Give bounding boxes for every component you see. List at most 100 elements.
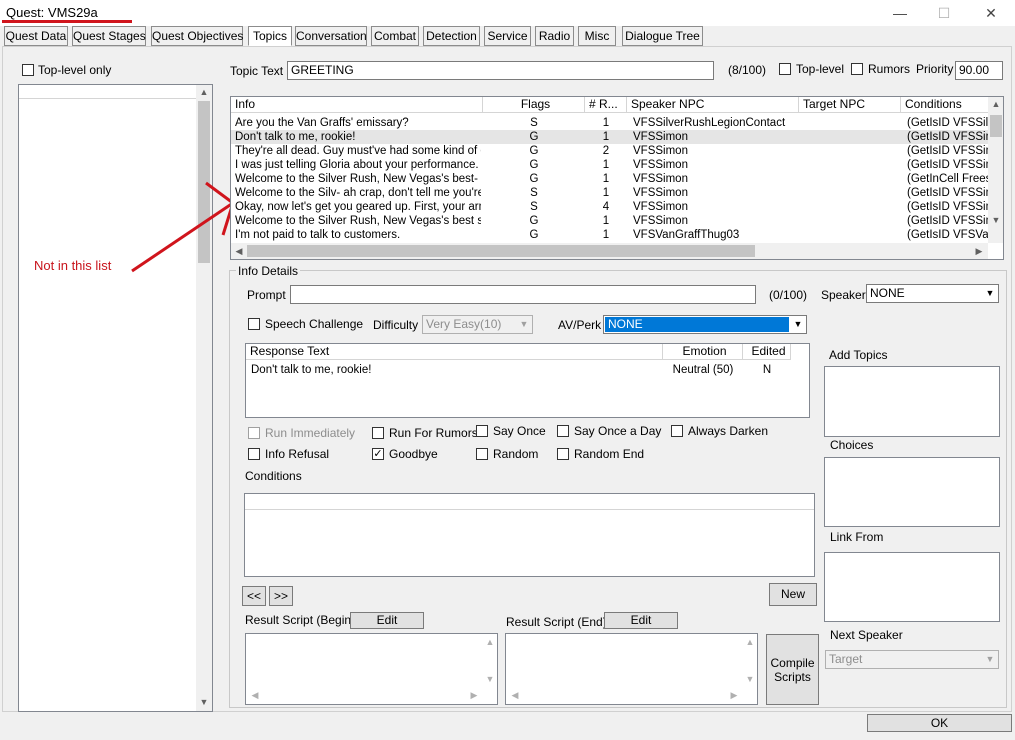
- info-table-row[interactable]: I'm not paid to talk to customers. G 1 VFSV…: [231, 228, 988, 242]
- tab-combat[interactable]: Combat: [371, 26, 419, 46]
- info-table-row[interactable]: Welcome to the Silver Rush, New Vegas's …: [231, 172, 988, 186]
- run-immediately-checkbox[interactable]: [248, 427, 260, 439]
- chevron-down-icon[interactable]: ▼: [790, 316, 806, 333]
- emotion-column-header[interactable]: Emotion: [663, 344, 743, 360]
- flags-cell: G: [529, 131, 539, 143]
- say-once-checkbox[interactable]: [476, 425, 488, 437]
- info-table[interactable]: Info Flags # R... Speaker NPC Target NPC…: [230, 96, 1004, 260]
- scroll-right-icon[interactable]: ▶: [973, 246, 985, 257]
- response-table[interactable]: Response Text Emotion Edited Don't talk …: [245, 343, 810, 418]
- scroll-down-icon[interactable]: ▼: [744, 674, 756, 684]
- tab-quest-data[interactable]: Quest Data: [4, 26, 68, 46]
- scroll-left-icon[interactable]: ◀: [233, 246, 245, 257]
- tab-conversation[interactable]: Conversation: [295, 26, 367, 46]
- next-speaker-dropdown[interactable]: Target ▼: [825, 650, 999, 669]
- result-script-end-label: Result Script (End): [506, 615, 607, 629]
- scroll-down-icon[interactable]: ▼: [988, 215, 1003, 225]
- scroll-left-icon[interactable]: ◀: [249, 690, 261, 701]
- flags-cell: S: [530, 201, 538, 213]
- info-table-row[interactable]: Welcome to the Silv- ah crap, don't tell…: [231, 186, 988, 200]
- toplevel-only-checkbox[interactable]: [22, 64, 34, 76]
- speaker-cell: VFSSimon: [633, 145, 688, 157]
- random-checkbox[interactable]: [476, 448, 488, 460]
- response-text-column-header[interactable]: Response Text: [246, 344, 663, 360]
- target-column-header[interactable]: Target NPC: [799, 97, 901, 113]
- speaker-cell: VFSSimon: [633, 159, 688, 171]
- edit-end-script-button[interactable]: Edit: [604, 612, 678, 629]
- info-table-row[interactable]: Welcome to the Silver Rush, New Vegas's …: [231, 214, 988, 228]
- add-topics-list[interactable]: [824, 366, 1000, 437]
- rumors-checkbox[interactable]: [851, 63, 863, 75]
- scroll-right-icon[interactable]: ▶: [728, 690, 740, 701]
- tab-dialogue-tree[interactable]: Dialogue Tree: [622, 26, 703, 46]
- info-table-row[interactable]: I was just telling Gloria about your per…: [231, 158, 988, 172]
- info-vscroll-thumb[interactable]: [990, 115, 1002, 137]
- link-from-list[interactable]: [824, 552, 1000, 622]
- scroll-up-icon[interactable]: ▲: [744, 637, 756, 647]
- tab-topics[interactable]: Topics: [248, 26, 292, 46]
- speech-challenge-checkbox[interactable]: [248, 318, 260, 330]
- scroll-down-icon[interactable]: ▼: [484, 674, 496, 684]
- chevron-down-icon[interactable]: ▼: [982, 285, 998, 302]
- info-refusal-checkbox[interactable]: [248, 448, 260, 460]
- flags-column-header[interactable]: Flags: [483, 97, 585, 113]
- edit-begin-script-button[interactable]: Edit: [350, 612, 424, 629]
- result-script-end-area[interactable]: ▲ ▼ ◀ ▶: [505, 633, 758, 705]
- goodbye-checkbox[interactable]: ✓: [372, 448, 384, 460]
- run-for-rumors-checkbox[interactable]: [372, 427, 384, 439]
- conditions-cell: (GetIsID VFSSilv: [907, 117, 988, 129]
- previous-button[interactable]: <<: [242, 586, 266, 606]
- always-darken-checkbox[interactable]: [671, 425, 683, 437]
- scroll-left-icon[interactable]: ◀: [509, 690, 521, 701]
- say-once-a-day-checkbox[interactable]: [557, 425, 569, 437]
- toplevel-only-label: Top-level only: [38, 63, 112, 77]
- chevron-down-icon[interactable]: ▼: [982, 651, 998, 668]
- responses-column-header[interactable]: # R...: [585, 97, 627, 113]
- random-end-checkbox[interactable]: [557, 448, 569, 460]
- new-button[interactable]: New: [769, 583, 817, 606]
- edited-column-header[interactable]: Edited: [743, 344, 791, 360]
- info-table-vscroll[interactable]: ▲ ▼: [988, 97, 1003, 243]
- conditions-table[interactable]: [244, 493, 815, 577]
- responses-cell: 1: [602, 131, 610, 143]
- tab-detection[interactable]: Detection: [423, 26, 480, 46]
- speaker-dropdown[interactable]: NONE ▼: [866, 284, 999, 303]
- speaker-column-header[interactable]: Speaker NPC: [627, 97, 799, 113]
- info-table-row[interactable]: Are you the Van Graffs' emissary? S 1 VFSSi…: [231, 116, 988, 130]
- compile-scripts-button[interactable]: Compile Scripts: [766, 634, 819, 705]
- next-button[interactable]: >>: [269, 586, 293, 606]
- info-column-header[interactable]: Info: [231, 97, 483, 113]
- scroll-up-icon[interactable]: ▲: [484, 637, 496, 647]
- prompt-count: (0/100): [769, 288, 808, 302]
- info-hscroll-thumb[interactable]: [247, 245, 755, 257]
- tab-quest-stages[interactable]: Quest Stages: [72, 26, 146, 46]
- tab-quest-objectives[interactable]: Quest Objectives: [151, 26, 243, 46]
- choices-list[interactable]: [824, 457, 1000, 527]
- scroll-up-icon[interactable]: ▲: [196, 87, 212, 97]
- close-button[interactable]: ✕: [968, 0, 1014, 26]
- info-table-hscroll[interactable]: ◀ ▶: [231, 243, 988, 259]
- topic-text-input[interactable]: GREETING: [287, 61, 714, 80]
- scroll-up-icon[interactable]: ▲: [988, 99, 1003, 109]
- info-table-row[interactable]: They're all dead. Guy must've had some k…: [231, 144, 988, 158]
- scroll-down-icon[interactable]: ▼: [196, 697, 212, 707]
- minimize-button[interactable]: —: [877, 0, 923, 26]
- priority-input[interactable]: 90.00: [955, 61, 1003, 80]
- tab-service[interactable]: Service: [484, 26, 531, 46]
- scroll-right-icon[interactable]: ▶: [468, 690, 480, 701]
- response-edited: N: [762, 364, 772, 376]
- conditions-column-header[interactable]: Conditions: [901, 97, 991, 113]
- ok-button[interactable]: OK: [867, 714, 1012, 732]
- difficulty-dropdown[interactable]: Very Easy(10) ▼: [422, 315, 533, 334]
- avperk-dropdown[interactable]: NONE ▼: [603, 315, 807, 334]
- response-row[interactable]: Don't talk to me, rookie! Neutral (50) N: [246, 362, 809, 378]
- info-table-row[interactable]: Don't talk to me, rookie! G 1 VFSSimon (GetI…: [231, 130, 988, 144]
- tab-radio[interactable]: Radio: [535, 26, 574, 46]
- tab-misc[interactable]: Misc: [578, 26, 616, 46]
- prompt-input[interactable]: [290, 285, 756, 304]
- maximize-button[interactable]: ☐: [921, 0, 967, 26]
- result-script-begin-area[interactable]: ▲ ▼ ◀ ▶: [245, 633, 498, 705]
- toplevel-checkbox[interactable]: [779, 63, 791, 75]
- chevron-down-icon[interactable]: ▼: [516, 316, 532, 333]
- info-table-row[interactable]: Okay, now let's get you geared up. First…: [231, 200, 988, 214]
